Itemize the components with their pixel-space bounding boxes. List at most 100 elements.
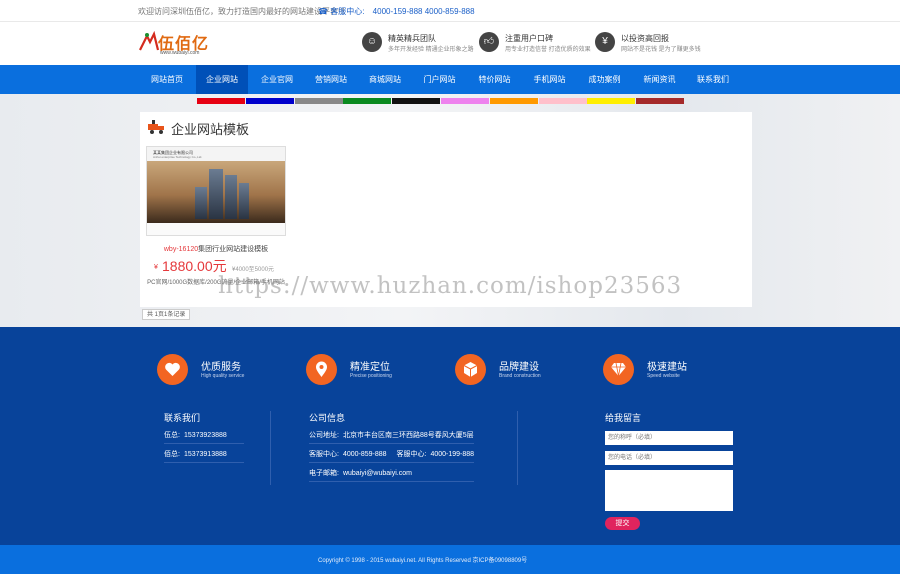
- service-name: 极速建站: [647, 362, 687, 373]
- service-positioning: 精准定位 Precise positioning: [306, 354, 416, 386]
- contact-phone[interactable]: 15373913888: [184, 451, 227, 458]
- company-phones: 客服中心: 4000-859-888 客服中心: 4000-199-888: [309, 449, 474, 459]
- email-value[interactable]: wubaiyi@wubaiyi.com: [343, 470, 412, 477]
- color-swatch[interactable]: [197, 98, 245, 104]
- color-swatch[interactable]: [587, 98, 636, 104]
- product-title: 集团行业网站建设模板: [198, 246, 269, 253]
- color-swatch[interactable]: [294, 98, 343, 104]
- color-swatch[interactable]: [245, 98, 294, 104]
- thumb-company-en: Anhui enterprise Technology Co.,Ltd.: [153, 155, 203, 159]
- nav-item-portal[interactable]: 门户网站: [412, 65, 467, 94]
- money-icon: ¥: [595, 32, 615, 52]
- address-value: 北京市丰台区南三环西路88号春风大厦5层: [342, 432, 474, 439]
- logo-mark-icon: [139, 30, 160, 51]
- column-divider: [270, 411, 271, 485]
- name-input[interactable]: [605, 431, 733, 445]
- nav-item-special[interactable]: 特价网站: [467, 65, 522, 94]
- feature-title: 精英精兵团队: [388, 34, 436, 43]
- divider: [309, 443, 474, 444]
- thumbs-up-icon: 👍︎: [479, 32, 499, 52]
- company-email: 电子邮箱: wubaiyi@wubaiyi.com: [309, 468, 412, 478]
- building-shape: [195, 187, 207, 219]
- pagination[interactable]: 共 1页1条记录: [142, 309, 191, 320]
- contact-label: 伍总:: [164, 432, 180, 439]
- nav-item-marketing[interactable]: 营销网站: [304, 65, 358, 94]
- section-title: 企业网站模板: [171, 122, 250, 137]
- feature-team: ☺ 精英精兵团队 多年开发经验 精通企业形象之路: [362, 32, 477, 56]
- divider: [164, 443, 244, 444]
- product-code: wby-16120: [163, 246, 199, 253]
- phone-icon: ☎: [318, 7, 328, 16]
- feature-reputation: 👍︎ 注重用户口碑 用专业打造信誉 打造优质的效果: [479, 32, 591, 56]
- divider: [309, 462, 474, 463]
- building-shape: [239, 183, 249, 219]
- feature-desc: 用专业打造信誉 打造优质的效果: [505, 47, 591, 53]
- service-icon-circle: [455, 354, 486, 385]
- nav-item-enterprise[interactable]: 企业网站: [196, 65, 248, 94]
- color-swatch[interactable]: [392, 98, 441, 104]
- product-thumbnail[interactable]: 某某集团企业有限公司 Anhui enterprise Technology C…: [146, 146, 286, 236]
- feature-title: 以投资高回报: [621, 34, 669, 43]
- logo-url: www.wubaiyi.com: [160, 50, 200, 56]
- welcome-text: 欢迎访问深圳伍佰亿，致力打造国内最好的网站建设平台!!!: [138, 7, 345, 16]
- location-pin-icon: [316, 361, 327, 377]
- service-en: Brand construction: [499, 373, 541, 379]
- nav-item-contact[interactable]: 联系我们: [687, 65, 739, 94]
- message-textarea[interactable]: [605, 470, 733, 511]
- truck-icon: [148, 120, 164, 134]
- service-name: 精准定位: [350, 362, 390, 373]
- thumb-header: 某某集团企业有限公司 Anhui enterprise Technology C…: [147, 147, 285, 161]
- service-brand: 品牌建设 Brand construction: [455, 354, 565, 386]
- nav-item-home[interactable]: 网站首页: [140, 65, 194, 94]
- contact-label: 佰总:: [164, 451, 180, 458]
- contact-line: 伍总: 15373923888: [164, 430, 227, 440]
- phone-label: 客服中心:: [396, 451, 427, 458]
- contact-line: 佰总: 15373913888: [164, 449, 227, 459]
- nav-item-mall[interactable]: 商城网站: [358, 65, 412, 94]
- cube-icon: [463, 362, 478, 377]
- message-title: 给我留言: [605, 413, 642, 423]
- thumb-footer: [147, 223, 285, 235]
- thumb-banner: [147, 161, 285, 223]
- nav-item-cases[interactable]: 成功案例: [577, 65, 632, 94]
- email-label: 电子邮箱:: [309, 470, 339, 477]
- submit-button[interactable]: 提交: [605, 517, 640, 530]
- price-symbol: ¥: [154, 264, 158, 271]
- contact-phone[interactable]: 15373923888: [184, 432, 227, 439]
- copyright-bar: Copyright © 1998 - 2015 wubaiyi.net. All…: [0, 545, 900, 574]
- main-nav: 网站首页 企业网站 企业官网 营销网站 商城网站 门户网站 特价网站 手机网站 …: [0, 65, 900, 94]
- service-speed: 极速建站 Speed website: [603, 354, 713, 386]
- header: 伍佰亿 www.wubaiyi.com ☺ 精英精兵团队 多年开发经验 精通企业…: [0, 22, 900, 65]
- service-en: High quality service: [201, 373, 245, 379]
- feature-roi: ¥ 以投资高回报 网站不是花钱 是为了赚更多钱: [595, 32, 707, 56]
- nav-item-official[interactable]: 企业官网: [250, 65, 304, 94]
- phone-value[interactable]: 4000-199-888: [430, 451, 474, 458]
- hotline-number: 4000-159-888 4000-859-888: [372, 7, 475, 16]
- color-swatch[interactable]: [538, 98, 587, 104]
- color-swatch[interactable]: [343, 98, 392, 104]
- building-shape: [209, 169, 223, 219]
- phone-value[interactable]: 4000-859-888: [343, 451, 387, 458]
- diamond-icon: [611, 362, 626, 377]
- product-price: 1880.00元: [162, 258, 227, 274]
- copyright-text: Copyright © 1998 - 2015 wubaiyi.net. All…: [318, 558, 528, 564]
- footer: 优质服务 High quality service 精准定位 Precise p…: [0, 327, 900, 545]
- phone-label: 客服中心:: [309, 451, 339, 458]
- company-address: 公司地址: 北京市丰台区南三环西路88号春风大厦5层: [309, 430, 474, 440]
- service-name: 品牌建设: [499, 362, 539, 373]
- color-swatch[interactable]: [441, 98, 489, 104]
- contact-title: 联系我们: [164, 413, 201, 423]
- phone-input[interactable]: [605, 451, 733, 465]
- divider: [309, 481, 474, 482]
- feature-desc: 网站不是花钱 是为了赚更多钱: [621, 47, 701, 53]
- color-swatch[interactable]: [489, 98, 538, 104]
- color-swatch[interactable]: [636, 98, 685, 104]
- product-name[interactable]: wby-16120集团行业网站建设模板: [146, 244, 286, 254]
- logo[interactable]: 伍佰亿 www.wubaiyi.com: [138, 28, 228, 60]
- feature-desc: 多年开发经验 精通企业形象之路: [388, 47, 474, 53]
- nav-item-mobile[interactable]: 手机网站: [522, 65, 577, 94]
- company-title: 公司信息: [309, 413, 346, 423]
- top-bar: 欢迎访问深圳伍佰亿，致力打造国内最好的网站建设平台!!! ☎ 客服中心: 400…: [0, 0, 900, 22]
- service-icon-circle: [603, 354, 634, 385]
- nav-item-news[interactable]: 新闻资讯: [632, 65, 687, 94]
